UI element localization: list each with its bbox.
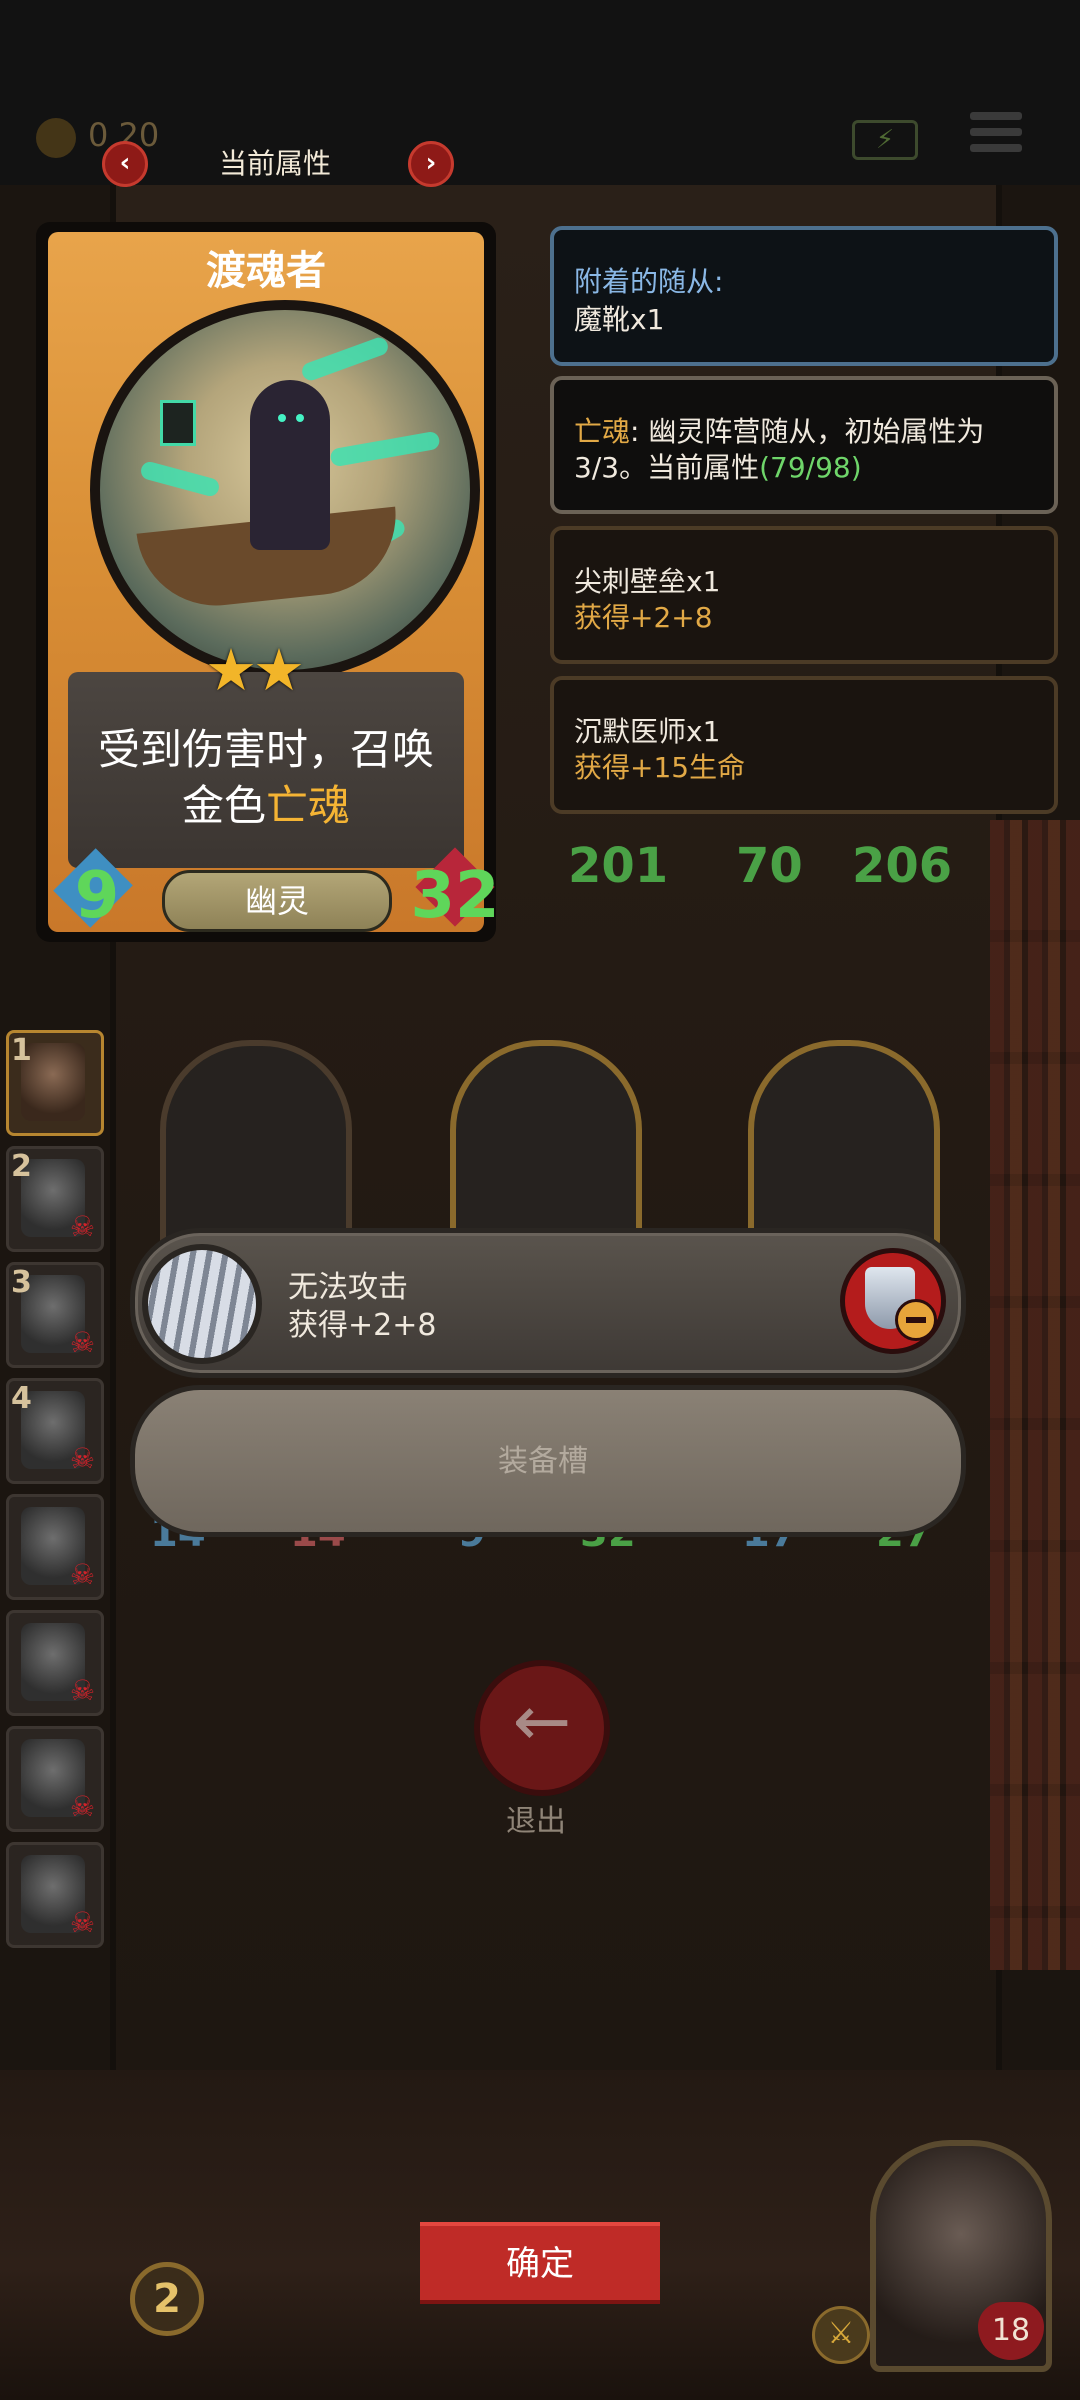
minion-index: 2 [11, 1149, 32, 1184]
card-description-line2: 金色亡魂 [68, 772, 464, 833]
card-description-line1: 受到伤害时，召唤 [97, 725, 434, 774]
minion-index: 4 [11, 1381, 32, 1416]
hamburger-menu-icon[interactable] [970, 112, 1022, 156]
minion-index: 3 [11, 1265, 32, 1300]
lantern-icon [160, 400, 196, 446]
minion-list-item[interactable]: 4 ☠ [6, 1378, 104, 1484]
page-title: 当前属性 [218, 147, 331, 180]
minion-list-item[interactable]: ☠ [6, 1842, 104, 1948]
card-type-badge: 幽灵 [162, 870, 392, 932]
skull-icon: ☠ [69, 1790, 95, 1823]
minion-list-item[interactable]: ☠ [6, 1610, 104, 1716]
star-rating-icon: ★★ [205, 636, 305, 704]
keyword-line1: 亡魂: 幽灵阵营随从，初始属性为 [574, 410, 984, 450]
desc-text: 金色 [181, 781, 266, 830]
prev-arrow-button[interactable]: ‹ [102, 141, 148, 187]
keyword-desc: : 幽灵阵营随从，初始属性为 [630, 415, 985, 448]
top-bar [0, 0, 1080, 185]
skull-icon: ☠ [69, 1906, 95, 1939]
spike-wall-icon [142, 1244, 262, 1364]
keyword-desc-2: 3/3。当前属性 [574, 451, 760, 484]
minion-list-item[interactable]: ☠ [6, 1726, 104, 1832]
keyword-ghost-soul[interactable]: 亡魂 [266, 781, 350, 830]
card-art-ferryman [90, 300, 480, 680]
equipment-effect: 获得+2+8 [288, 1308, 437, 1343]
attached-item: 魔靴x1 [574, 303, 665, 336]
back-arrow-icon: ← [512, 1680, 572, 1762]
gold-coin-icon [36, 118, 76, 158]
buff-item-effect: 获得+2+8 [574, 601, 713, 634]
minion-list-item[interactable]: ☠ [6, 1494, 104, 1600]
wisp-decoration [299, 335, 391, 383]
battery-bolt-icon[interactable]: ⚡ [852, 120, 918, 160]
card-health: 32 [410, 859, 500, 933]
equipment-slot-label: 装备槽 [498, 1444, 588, 1479]
skull-icon: ☠ [69, 1558, 95, 1591]
exit-label: 退出 [506, 1804, 566, 1839]
player-level-badge: 2 [130, 2262, 204, 2336]
skull-icon: ☠ [69, 1210, 95, 1243]
eye-glow [296, 414, 304, 422]
attached-title: 附着的随从: [574, 265, 724, 298]
board-minion-2[interactable] [450, 1040, 642, 1252]
minion-list-item[interactable]: 3 ☠ [6, 1262, 104, 1368]
next-arrow-button[interactable]: › [408, 141, 454, 187]
unequip-button[interactable] [840, 1248, 946, 1354]
buff-item-name: 尖刺壁垒x1 [574, 565, 721, 598]
wisp-decoration [329, 430, 441, 468]
skull-icon: ☠ [69, 1326, 95, 1359]
minus-icon [895, 1299, 937, 1341]
buff-item-panel: 尖刺壁垒x1 获得+2+8 [550, 526, 1058, 664]
buff-item-name: 沉默医师x1 [574, 715, 721, 748]
wisp-decoration [139, 459, 221, 499]
skull-icon: ☠ [69, 1442, 95, 1475]
card-attack: 9 [74, 859, 120, 933]
attached-minions-panel: 附着的随从: 魔靴x1 [550, 226, 1058, 366]
minion-list-item[interactable]: 2 ☠ [6, 1146, 104, 1252]
keyword-info-panel: 亡魂: 幽灵阵营随从，初始属性为 3/3。当前属性(79/98) [550, 376, 1058, 514]
board-stat-health: 206 [852, 838, 953, 894]
skull-icon: ☠ [69, 1674, 95, 1707]
board-stat-health: 201 [568, 838, 669, 894]
keyword-name: 亡魂 [574, 415, 631, 448]
minion-list-item[interactable]: 1 [6, 1030, 104, 1136]
bookshelf-decoration [990, 820, 1080, 1970]
buff-item-panel: 沉默医师x1 获得+15生命 [550, 676, 1058, 814]
buff-item-effect: 获得+15生命 [574, 751, 746, 784]
keyword-line2: 3/3。当前属性(79/98) [574, 446, 862, 486]
current-stats-value: (79/98) [759, 451, 862, 484]
reaper-figure [250, 380, 330, 550]
card-name: 渡魂者 [206, 248, 326, 294]
board-stat-attack: 70 [736, 838, 803, 894]
confirm-button-label: 确定 [506, 2244, 574, 2284]
minion-index: 1 [11, 1033, 32, 1068]
sword-icon[interactable]: ⚔ [812, 2306, 870, 2364]
exit-button[interactable]: ← [474, 1660, 610, 1796]
board-minion-1[interactable] [160, 1040, 352, 1252]
board-minion-3[interactable] [748, 1040, 940, 1252]
eye-glow [278, 414, 286, 422]
